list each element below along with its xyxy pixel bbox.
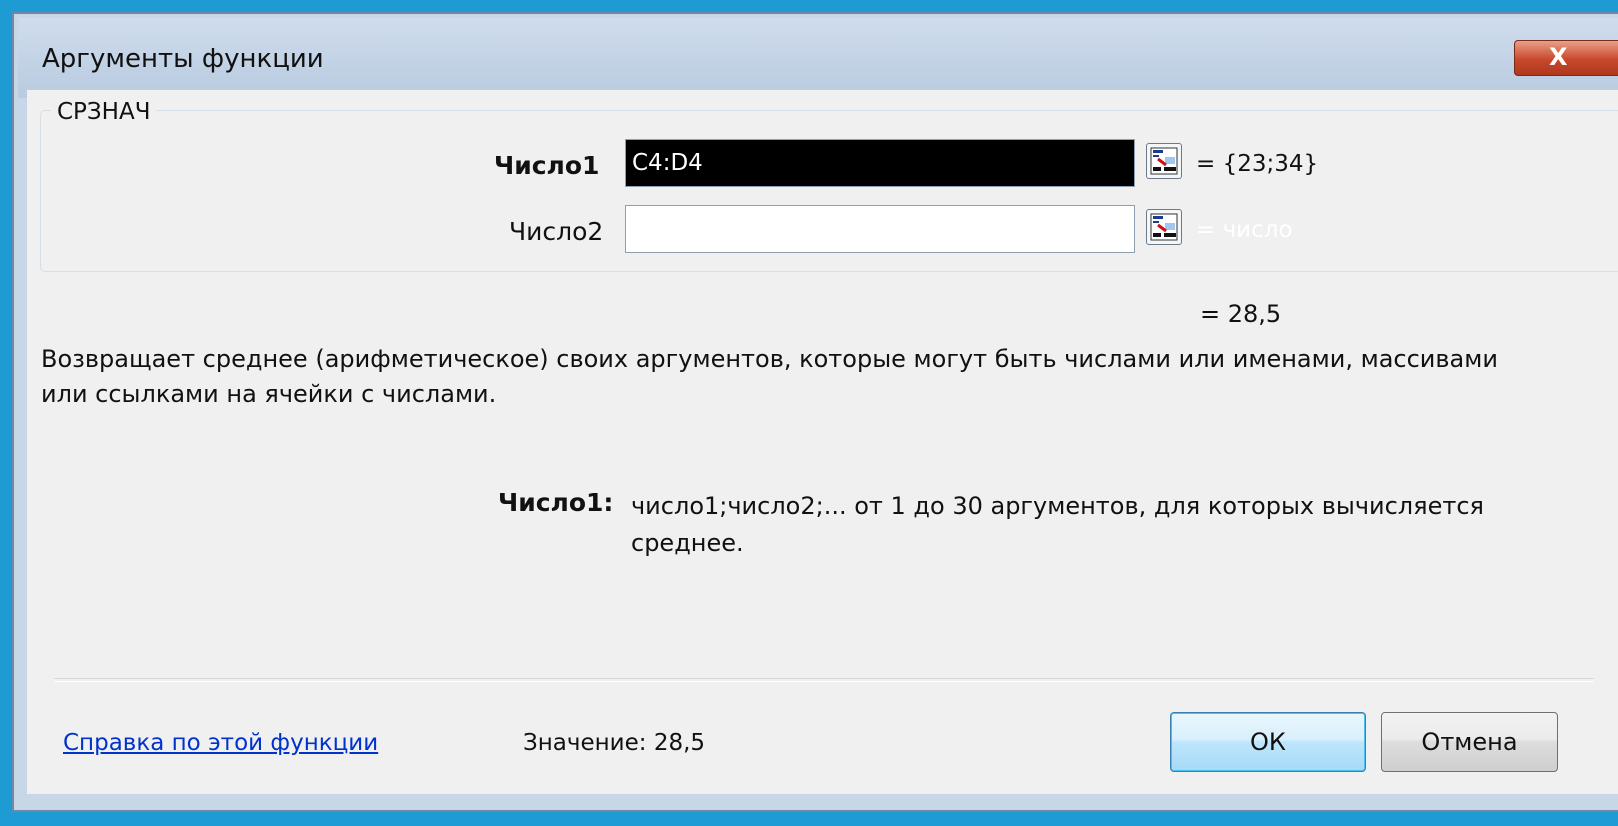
function-arguments-group: СРЗНАЧ Число1 = {23;34} Число2	[40, 99, 1618, 272]
ok-button[interactable]: ОК	[1170, 712, 1366, 772]
arg-help-name: Число1:	[498, 488, 614, 517]
dialog-body: СРЗНАЧ Число1 = {23;34} Число2	[27, 90, 1618, 794]
function-name: СРЗНАЧ	[51, 99, 157, 125]
help-link[interactable]: Справка по этой функции	[63, 730, 378, 756]
title-bar[interactable]: Аргументы функции X	[18, 18, 1618, 98]
value-readout: Значение: 28,5	[523, 730, 705, 756]
close-button[interactable]: X	[1514, 40, 1618, 76]
arg1-input[interactable]	[625, 139, 1135, 187]
range-select-icon	[1150, 147, 1178, 175]
close-icon: X	[1549, 43, 1568, 71]
arg2-collapse-button[interactable]	[1146, 209, 1182, 245]
cancel-button[interactable]: Отмена	[1381, 712, 1558, 772]
arg1-label: Число1	[494, 151, 600, 180]
function-description: Возвращает среднее (арифметическое) свои…	[41, 345, 1498, 408]
arg-help-text: число1;число2;... от 1 до 30 аргументов,…	[631, 492, 1484, 557]
value-label: Значение:	[523, 730, 647, 756]
arg1-result: = {23;34}	[1196, 151, 1319, 177]
range-select-icon	[1150, 213, 1178, 241]
divider	[54, 678, 1594, 682]
arg2-result: = число	[1196, 217, 1293, 243]
arg2-input[interactable]	[625, 205, 1135, 253]
dialog-title: Аргументы функции	[42, 44, 324, 74]
arg1-collapse-button[interactable]	[1146, 143, 1182, 179]
arg2-label: Число2	[509, 217, 604, 246]
value-number: 28,5	[653, 730, 706, 756]
formula-result: = 28,5	[1200, 300, 1282, 328]
